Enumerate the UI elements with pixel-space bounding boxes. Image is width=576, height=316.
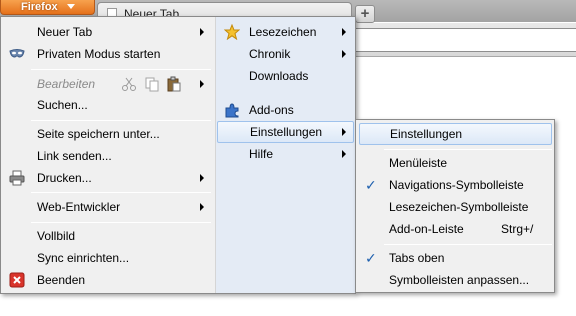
submenu-item-menubar[interactable]: Menüleiste [356,152,554,174]
menu-item-label: Privaten Modus starten [37,47,161,61]
menu-item-edit: Bearbeiten [1,73,215,95]
new-tab-button[interactable]: + [355,5,375,23]
menu-item-private-mode[interactable]: Privaten Modus starten [1,43,215,65]
submenu-item-bookmarks-toolbar[interactable]: Lesezeichen-Symbolleiste [356,196,554,218]
menu-item-downloads[interactable]: Downloads [216,65,355,87]
menu-item-label: Lesezeichen [249,25,317,39]
menu-item-label: Chronik [249,47,291,61]
menu-item-label: Lesezeichen-Symbolleiste [389,200,529,214]
firefox-menu-button[interactable]: Firefox [0,0,95,15]
menu-item-label: Bearbeiten [37,77,96,91]
settings-submenu: Einstellungen Menüleiste ✓ Navigations-S… [355,119,555,293]
submenu-arrow-icon [342,50,346,58]
menu-item-quit[interactable]: Beenden [1,269,215,291]
menu-item-label: Vollbild [37,229,76,243]
menu-item-label: Link senden... [37,149,112,163]
menu-item-addons[interactable]: Add-ons [216,99,355,121]
puzzle-icon [224,102,240,118]
menu-separator [31,69,211,70]
menu-item-label: Add-ons [249,103,294,117]
submenu-arrow-icon [342,28,346,36]
menu-item-label: Suchen... [37,98,88,112]
quit-icon [9,272,25,288]
menu-item-label: Web-Entwickler [37,200,121,214]
submenu-item-customize-toolbars[interactable]: Symbolleisten anpassen... [356,269,554,291]
menu-item-save-page[interactable]: Seite speichern unter... [1,123,215,145]
menu-item-label: Seite speichern unter... [37,127,160,141]
firefox-main-menu: Neuer Tab Privaten Modus starten Bearbei… [0,16,356,294]
menu-item-label: Beenden [37,273,86,287]
submenu-arrow-icon [342,150,346,158]
menu-item-sync-setup[interactable]: Sync einrichten... [1,247,215,269]
menu-item-fullscreen[interactable]: Vollbild [1,225,215,247]
submenu-item-navigation-toolbar[interactable]: ✓ Navigations-Symbolleiste [356,174,554,196]
check-icon: ✓ [365,177,377,193]
chevron-down-icon [67,4,75,9]
check-icon: ✓ [365,250,377,266]
url-bar[interactable] [355,28,576,52]
submenu-arrow-icon [342,128,346,136]
firefox-button-label: Firefox [21,1,58,13]
menu-item-help[interactable]: Hilfe [216,143,355,165]
menu-item-bookmarks[interactable]: Lesezeichen [216,21,355,43]
menu-separator [384,244,552,245]
menu-item-label: Neuer Tab [37,25,93,39]
menu-item-label: Drucken... [37,171,92,185]
submenu-arrow-icon [200,80,204,88]
menu-item-print[interactable]: Drucken... [1,167,215,189]
menu-item-label: Tabs oben [389,251,445,265]
menu-item-label: Symbolleisten anpassen... [389,273,530,287]
submenu-item-tabs-on-top[interactable]: ✓ Tabs oben [356,247,554,269]
menu-item-label: Einstellungen [390,127,463,141]
menu-separator [31,222,211,223]
private-mode-mask-icon [9,46,25,62]
menu-item-new-tab[interactable]: Neuer Tab [1,21,215,43]
menu-separator [384,149,552,150]
menu-item-history[interactable]: Chronik [216,43,355,65]
submenu-item-settings[interactable]: Einstellungen [359,123,552,145]
submenu-item-addon-bar[interactable]: Add-on-Leiste Strg+/ [356,218,554,240]
menu-item-search[interactable]: Suchen... [1,94,215,116]
menu-item-label: Add-on-Leiste [389,222,464,236]
shortcut-label: Strg+/ [501,222,534,236]
submenu-arrow-icon [200,174,204,182]
menu-item-settings[interactable]: Einstellungen [217,121,354,143]
menu-item-send-link[interactable]: Link senden... [1,145,215,167]
menu-item-label: Einstellungen [250,125,323,139]
printer-icon [9,170,25,186]
submenu-arrow-icon [200,203,204,211]
menu-separator [31,192,211,193]
menu-item-label: Sync einrichten... [37,251,130,265]
menu-item-web-developer[interactable]: Web-Entwickler [1,196,215,218]
menu-item-label: Hilfe [249,147,274,161]
star-icon [223,23,241,41]
submenu-arrow-icon [200,28,204,36]
menu-item-label: Navigations-Symbolleiste [389,178,524,192]
menu-separator [31,120,211,121]
menu-item-label: Menüleiste [389,156,448,170]
menu-item-label: Downloads [249,69,309,83]
